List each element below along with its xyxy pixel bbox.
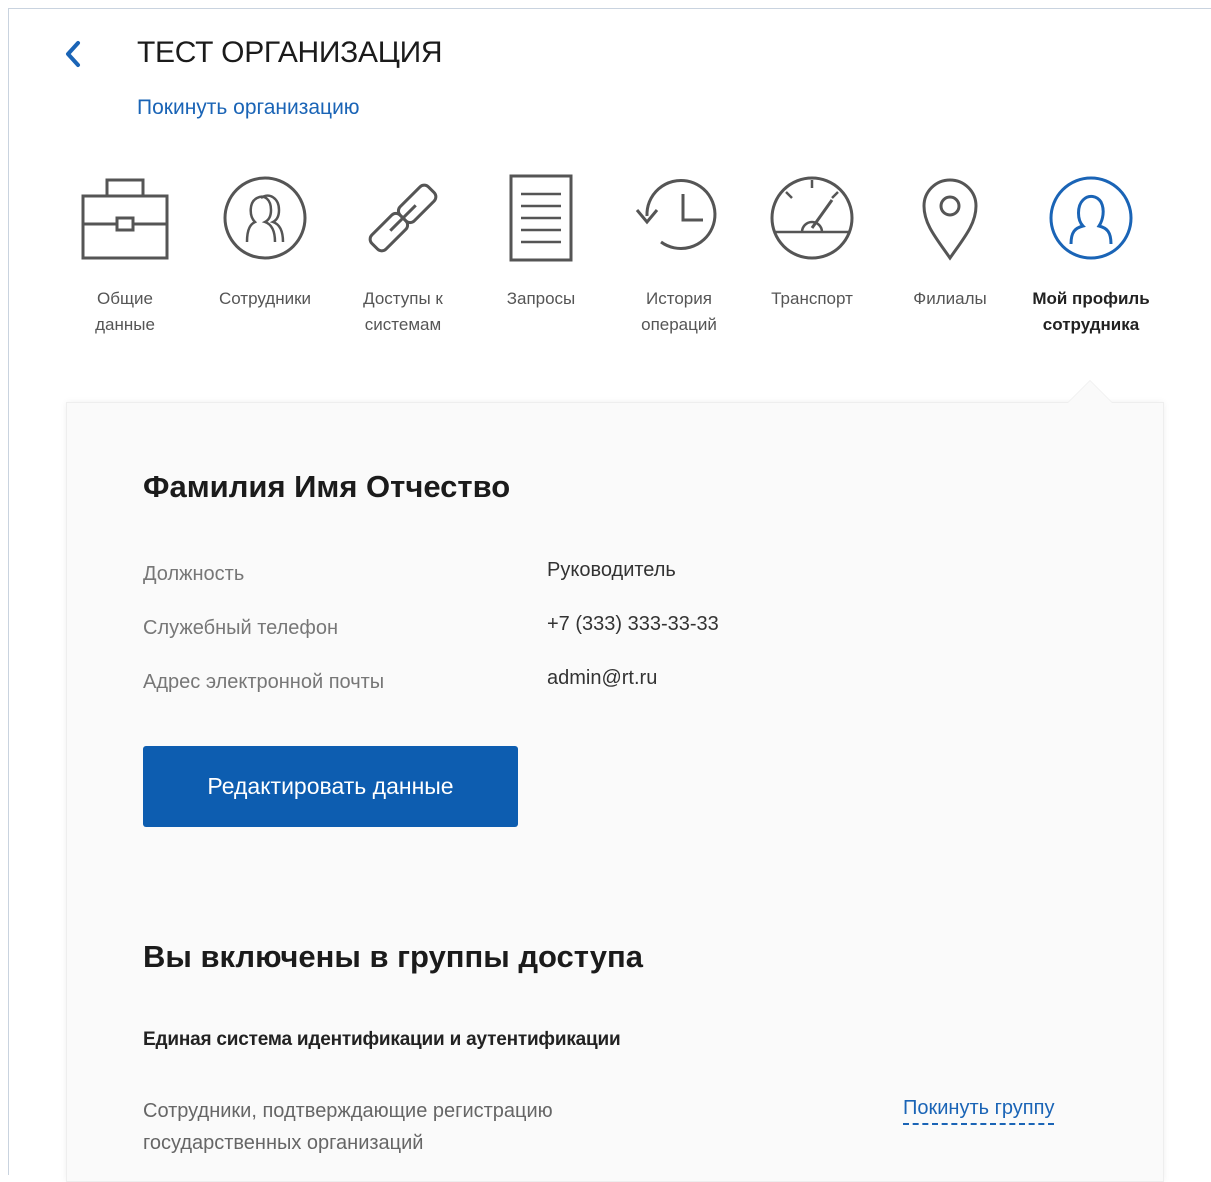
nav-item-general-data[interactable]: Общие данные xyxy=(70,170,180,338)
nav-label: Общие данные xyxy=(95,289,155,334)
active-tab-pointer xyxy=(1068,381,1112,403)
nav-item-my-profile[interactable]: Мой профиль сотрудника xyxy=(1016,170,1166,338)
info-row-email: Адрес электронной почты admin@rt.ru xyxy=(143,667,1043,697)
nav-label: Мой профиль сотрудника xyxy=(1032,289,1150,334)
nav-label: Доступы к системам xyxy=(363,289,443,334)
info-row-position: Должность Руководитель xyxy=(143,559,1043,589)
nav-label: Сотрудники xyxy=(218,289,312,308)
profile-card: Фамилия Имя Отчество Должность Руководит… xyxy=(66,402,1164,1182)
chain-link-icon xyxy=(355,170,451,266)
nav-item-branches[interactable]: Филиалы xyxy=(900,170,1000,312)
map-pin-icon xyxy=(902,170,998,266)
group-name: Сотрудники, подтверждающие регистрацию г… xyxy=(143,1100,553,1154)
employees-icon xyxy=(217,170,313,266)
nav-item-requests[interactable]: Запросы xyxy=(488,170,594,312)
profile-icon xyxy=(1043,170,1139,266)
info-value: Руководитель xyxy=(547,559,676,581)
nav-label: Запросы xyxy=(506,289,576,308)
briefcase-icon xyxy=(77,170,173,266)
organization-title: ТЕСТ ОРГАНИЗАЦИЯ xyxy=(137,36,443,69)
organization-nav: Общие данные Сотрудники Доступы к систем… xyxy=(70,170,1180,360)
nav-label: Транспорт xyxy=(771,289,853,308)
nav-label: История операций xyxy=(641,289,717,334)
info-label: Служебный телефон xyxy=(143,617,339,639)
info-row-phone: Служебный телефон +7 (333) 333-33-33 xyxy=(143,613,1043,643)
access-groups-title: Вы включены в группы доступа xyxy=(143,939,643,974)
leave-group-link[interactable]: Покинуть группу xyxy=(903,1095,1055,1125)
nav-label: Филиалы xyxy=(913,289,987,308)
system-name: Единая система идентификации и аутентифи… xyxy=(143,1029,621,1050)
info-label: Должность xyxy=(143,563,245,585)
chevron-left-icon xyxy=(66,41,80,67)
back-button[interactable] xyxy=(58,36,88,72)
nav-item-transport[interactable]: Транспорт xyxy=(752,170,872,312)
info-value: +7 (333) 333-33-33 xyxy=(547,613,719,635)
info-value: admin@rt.ru xyxy=(547,667,658,689)
nav-item-employees[interactable]: Сотрудники xyxy=(200,170,330,312)
document-icon xyxy=(493,170,589,266)
nav-item-system-access[interactable]: Доступы к системам xyxy=(348,170,458,338)
employee-full-name: Фамилия Имя Отчество xyxy=(143,469,511,504)
info-label: Адрес электронной почты xyxy=(143,671,385,693)
history-icon xyxy=(631,170,727,266)
edit-data-button[interactable]: Редактировать данные xyxy=(143,746,518,827)
leave-organization-link[interactable]: Покинуть организацию xyxy=(137,96,360,120)
nav-item-operations-history[interactable]: История операций xyxy=(626,170,732,338)
speedometer-icon xyxy=(764,170,860,266)
